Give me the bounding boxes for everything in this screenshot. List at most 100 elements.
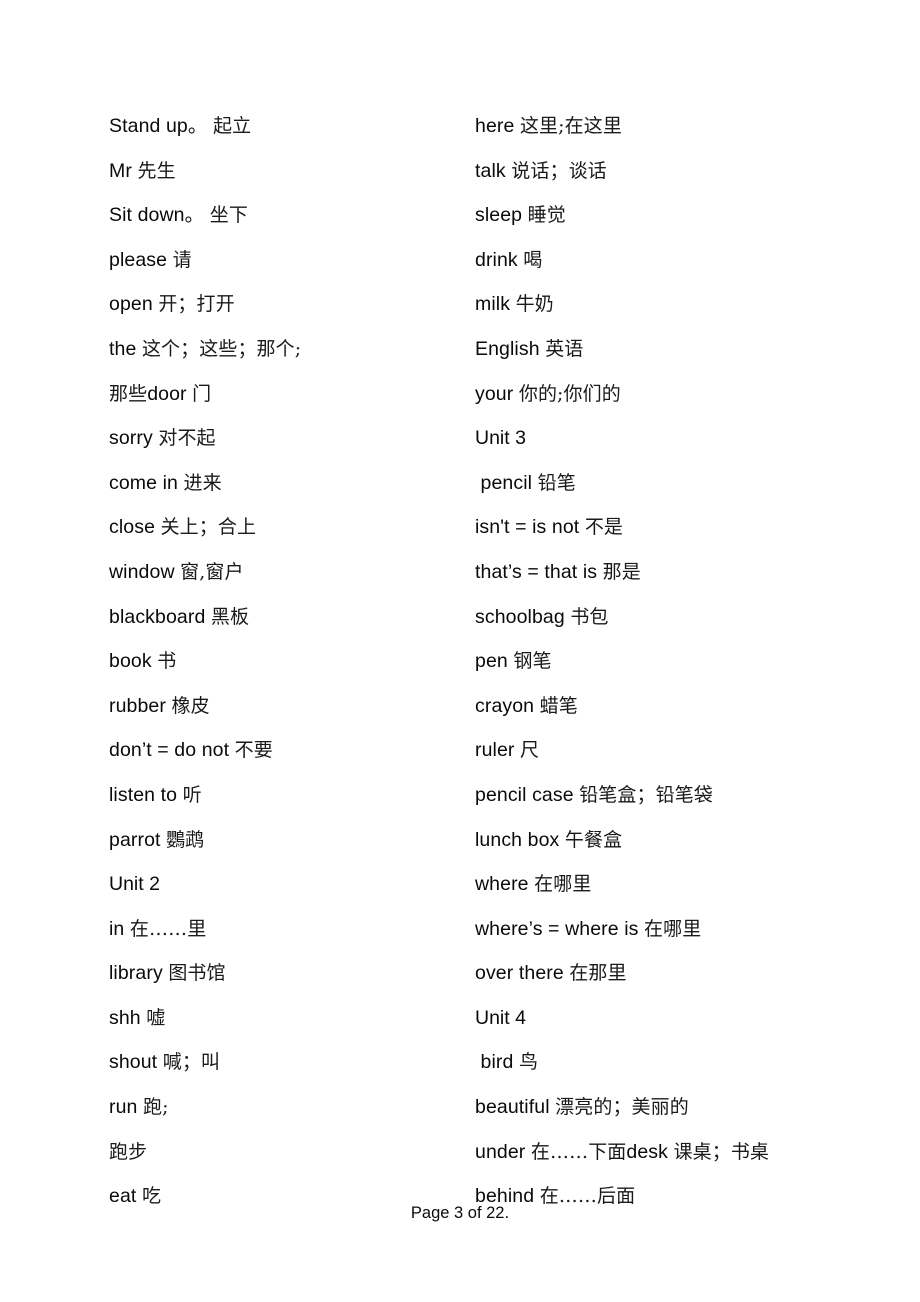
vocabulary-entry: your 你的;你们的 — [475, 372, 895, 417]
vocabulary-entry: bird 鸟 — [475, 1040, 895, 1085]
entry-english-secondary: desk — [626, 1140, 674, 1163]
entry-chinese: 这个；这些；那个; — [141, 337, 302, 360]
vocabulary-entry: talk 说话；谈话 — [475, 149, 895, 194]
vocabulary-entry: beautiful 漂亮的；美丽的 — [475, 1085, 895, 1130]
entry-english: English — [475, 337, 546, 360]
vocabulary-entry: pencil 铅笔 — [475, 461, 895, 506]
entry-english: Sit down。 — [109, 204, 210, 227]
entry-chinese: 在……里 — [129, 917, 207, 940]
entry-english: come in — [109, 471, 184, 494]
page-footer: Page 3 of 22. — [0, 1204, 920, 1223]
entry-chinese: 尺 — [520, 739, 540, 762]
entry-chinese: 喝 — [523, 248, 543, 271]
entry-chinese: 开；打开 — [158, 293, 235, 316]
entry-english: listen to — [109, 783, 183, 806]
vocabulary-entry: here 这里;在这里 — [475, 104, 895, 149]
vocabulary-entry: the 这个；这些；那个; — [109, 327, 459, 372]
entry-english: bird — [475, 1051, 519, 1074]
entry-english: run — [109, 1096, 144, 1119]
entry-english: in — [109, 917, 130, 940]
entry-english: drink — [475, 248, 524, 271]
entry-english: rubber — [109, 694, 172, 717]
vocabulary-entry: ruler 尺 — [475, 728, 895, 773]
entry-english: sorry — [109, 427, 159, 450]
entry-english: where — [475, 873, 535, 896]
entry-chinese: 鸟 — [518, 1051, 539, 1074]
vocabulary-entry: blackboard 黑板 — [109, 595, 459, 640]
vocabulary-entry: window 窗,窗户 — [109, 550, 459, 595]
entry-english: close — [109, 516, 161, 539]
entry-chinese-secondary: 门 — [192, 382, 212, 405]
entry-chinese: 那些 — [109, 382, 148, 405]
entry-english: where’s = where is — [475, 917, 644, 940]
entry-chinese: 请 — [172, 248, 192, 271]
entry-english: the — [109, 337, 142, 360]
entry-chinese: 那是 — [602, 560, 641, 583]
entry-english: pencil — [475, 471, 538, 494]
page-number-label: Page 3 of 22. — [410, 1204, 510, 1222]
entry-chinese: 睡觉 — [527, 204, 566, 227]
right-column: here 这里;在这里 talk 说话；谈话 sleep 睡觉 drink 喝 milk… — [475, 104, 895, 1219]
vocabulary-entry: Mr 先生 — [109, 149, 459, 194]
entry-english: open — [109, 293, 159, 316]
entry-english: pen — [475, 650, 514, 673]
vocabulary-entry: Stand up。 起立 — [109, 104, 459, 149]
entry-chinese: 听 — [182, 783, 202, 806]
vocabulary-entry: 跑步 — [109, 1130, 459, 1175]
entry-chinese: 橡皮 — [171, 694, 210, 717]
entry-english: under — [475, 1140, 531, 1163]
vocabulary-entry: please 请 — [109, 238, 459, 283]
entry-english: Mr — [109, 159, 138, 182]
vocabulary-entry: come in 进来 — [109, 461, 459, 506]
entry-english: Unit 2 — [109, 873, 160, 896]
entry-chinese: 先生 — [137, 159, 176, 182]
vocabulary-entry: close 关上；合上 — [109, 505, 459, 550]
entry-chinese: 窗,窗户 — [180, 560, 244, 583]
entry-english: Unit 4 — [475, 1006, 526, 1029]
vocabulary-entry: book 书 — [109, 639, 459, 684]
entry-chinese: 黑板 — [210, 605, 250, 628]
entry-chinese: 跑步 — [109, 1140, 148, 1163]
entry-english: book — [109, 650, 158, 673]
vocabulary-entry: Sit down。 坐下 — [109, 193, 459, 238]
entry-english: milk — [475, 293, 516, 316]
entry-chinese: 漂亮的；美丽的 — [555, 1096, 689, 1119]
vocabulary-entry: under 在……下面desk 课桌；书桌 — [475, 1130, 895, 1175]
entry-english: pencil case — [475, 783, 580, 806]
vocabulary-entry: where 在哪里 — [475, 862, 895, 907]
vocabulary-entry: parrot 鸚鹉 — [109, 818, 459, 863]
entry-english: sleep — [475, 204, 528, 227]
entry-chinese: 英语 — [545, 337, 584, 360]
entry-chinese: 书 — [157, 650, 177, 673]
vocabulary-entry: isn't = is not 不是 — [475, 505, 895, 550]
entry-english: crayon — [475, 694, 540, 717]
vocabulary-entry: open 开；打开 — [109, 282, 459, 327]
vocabulary-entry: drink 喝 — [475, 238, 895, 283]
unit-heading: Unit 4 — [475, 996, 895, 1041]
entry-english: ruler — [475, 739, 521, 762]
entry-chinese: 关上；合上 — [160, 516, 257, 539]
entry-chinese: 午餐盒 — [564, 828, 623, 851]
entry-chinese: 在哪里 — [644, 917, 702, 940]
unit-heading: Unit 2 — [109, 862, 459, 907]
entry-english: shh — [109, 1006, 147, 1029]
entry-english: your — [475, 382, 519, 405]
entry-chinese: 鸚鹉 — [166, 828, 205, 851]
vocabulary-entry: pencil case 铅笔盒；铅笔袋 — [475, 773, 895, 818]
vocabulary-entry: rubber 橡皮 — [109, 684, 459, 729]
entry-chinese: 钢笔 — [513, 650, 552, 673]
entry-english: don’t = do not — [109, 739, 235, 762]
unit-heading: Unit 3 — [475, 416, 895, 461]
entry-english: blackboard — [109, 605, 211, 628]
entry-english: please — [109, 248, 173, 271]
vocabulary-entry: crayon 蜡笔 — [475, 684, 895, 729]
vocabulary-entry: milk 牛奶 — [475, 282, 895, 327]
entry-chinese: 起立 — [212, 115, 252, 137]
vocabulary-entry: over there 在那里 — [475, 951, 895, 996]
vocabulary-entry: schoolbag 书包 — [475, 595, 895, 640]
entry-english: here — [475, 115, 520, 137]
entry-chinese: 进来 — [183, 471, 222, 494]
entry-english: shout — [109, 1051, 163, 1074]
entry-english: lunch box — [475, 828, 565, 851]
entry-english: over there — [475, 962, 570, 985]
